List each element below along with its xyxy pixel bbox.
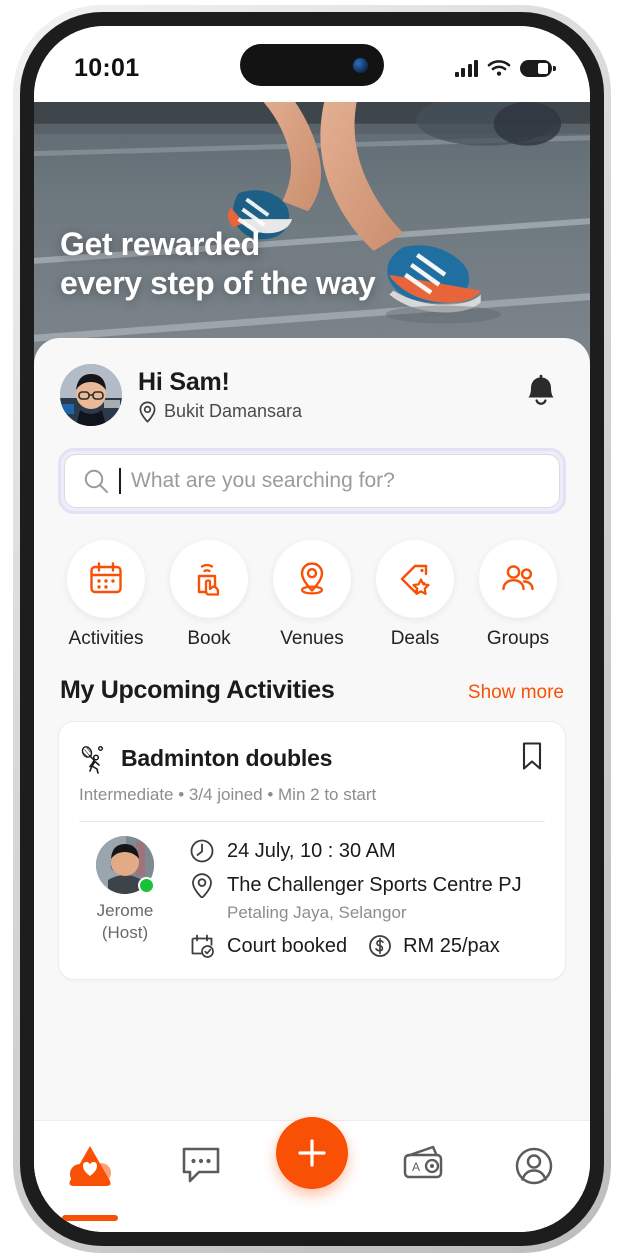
- activity-venue: The Challenger Sports Centre PJ: [227, 873, 522, 896]
- category-icon-circle: [170, 540, 248, 618]
- search-field-wrapper[interactable]: What are you searching for?: [58, 448, 566, 514]
- calendar-check-icon: [191, 934, 214, 958]
- venue-row: The Challenger Sports Centre PJ: [189, 872, 545, 898]
- hero-banner[interactable]: Get rewarded every step of the way: [34, 102, 590, 372]
- online-status-dot: [138, 877, 155, 894]
- activity-venue-sub: Petaling Jaya, Selangor: [227, 903, 407, 922]
- category-shortcuts: Activities Book Venues Deals Groups: [58, 540, 566, 650]
- bookmark-button[interactable]: [519, 740, 545, 777]
- home-logo-icon: [69, 1146, 111, 1186]
- category-label: Activities: [68, 628, 144, 649]
- activity-title: Badminton doubles: [121, 745, 333, 771]
- page-title: My Upcoming Activities: [60, 676, 335, 704]
- active-tab-indicator: [61, 1215, 118, 1221]
- wifi-icon: [487, 60, 511, 76]
- map-pin-icon: [300, 562, 324, 595]
- host-avatar-wrapper[interactable]: [96, 836, 155, 894]
- text-cursor: [119, 468, 121, 494]
- nav-item-wallet[interactable]: A: [382, 1143, 464, 1187]
- create-fab-button[interactable]: [275, 1117, 348, 1189]
- hero-headline: Get rewarded every step of the way: [60, 225, 376, 304]
- hero-headline-line1: Get rewarded: [60, 225, 260, 262]
- category-label: Venues: [280, 628, 344, 649]
- nav-item-create[interactable]: [271, 1117, 353, 1189]
- category-icon-circle: [67, 540, 145, 618]
- tag-star-icon: [400, 564, 430, 595]
- hero-headline-line2: every step of the way: [60, 265, 376, 302]
- host-role: (Host): [101, 923, 149, 943]
- wallet-icon: A: [403, 1145, 443, 1179]
- battery-icon: [520, 59, 556, 77]
- content-sheet: Hi Sam! Bukit Damansara What are you sea…: [34, 338, 590, 1232]
- location-pin-icon: [139, 401, 156, 423]
- front-camera-icon: [353, 57, 368, 73]
- avatar[interactable]: [60, 364, 122, 426]
- plus-icon: [298, 1139, 326, 1167]
- status-indicators: [454, 59, 556, 77]
- phone-bezel: 10:01 Get rewarded every step of the way…: [20, 12, 604, 1246]
- dollar-circle-icon: [369, 935, 391, 957]
- tap-booking-icon: [197, 563, 220, 596]
- booking-status: Court booked: [227, 934, 348, 957]
- host-name: Jerome: [96, 901, 154, 920]
- nav-item-home[interactable]: [49, 1143, 131, 1221]
- search-icon: [84, 469, 108, 493]
- category-deals[interactable]: Deals: [369, 540, 461, 650]
- greeting-text: Hi Sam!: [138, 367, 230, 396]
- bottom-navigation: A: [34, 1117, 590, 1232]
- category-label: Groups: [486, 628, 550, 649]
- host-info: Jerome (Host): [79, 836, 171, 959]
- location-text: Bukit Damansara: [164, 401, 303, 421]
- phone-frame: 10:01 Get rewarded every step of the way…: [13, 5, 611, 1253]
- activity-datetime: 24 July, 10 : 30 AM: [227, 839, 396, 862]
- booking-row: Court booked RM 25/pax: [189, 933, 545, 959]
- dynamic-island: [240, 44, 384, 86]
- notification-bell-icon: [528, 374, 554, 405]
- notification-bell-button[interactable]: [518, 368, 564, 423]
- badminton-player-icon: [81, 745, 104, 774]
- bookmark-icon: [522, 742, 542, 770]
- category-label: Deals: [390, 628, 440, 649]
- category-label: Book: [187, 628, 231, 649]
- search-placeholder: What are you searching for?: [131, 469, 395, 492]
- nav-item-chat[interactable]: [160, 1143, 242, 1187]
- category-venues[interactable]: Venues: [266, 540, 358, 650]
- location-row[interactable]: Bukit Damansara: [138, 401, 302, 423]
- category-groups[interactable]: Groups: [472, 540, 564, 650]
- category-activities[interactable]: Activities: [60, 540, 152, 650]
- activity-price: RM 25/pax: [403, 934, 500, 957]
- datetime-row: 24 July, 10 : 30 AM: [189, 838, 545, 864]
- category-icon-circle: [479, 540, 557, 618]
- svg-text:A: A: [412, 1160, 420, 1174]
- status-bar: 10:01: [34, 26, 590, 102]
- calendar-icon: [90, 562, 122, 594]
- status-time: 10:01: [74, 53, 140, 82]
- profile-circle-icon: [516, 1147, 553, 1185]
- phone-screen: 10:01 Get rewarded every step of the way…: [34, 26, 590, 1232]
- profile-row: Hi Sam! Bukit Damansara: [58, 360, 566, 426]
- section-header: My Upcoming Activities Show more: [58, 676, 566, 705]
- profile-texts: Hi Sam! Bukit Damansara: [138, 368, 302, 423]
- chat-bubble-icon: [182, 1147, 220, 1183]
- activity-meta: Intermediate • 3/4 joined • Min 2 to sta…: [79, 785, 377, 804]
- clock-icon: [190, 839, 214, 863]
- cellular-signal-icon: [454, 59, 478, 77]
- activity-card-header: Badminton doubles: [79, 740, 545, 777]
- nav-item-profile[interactable]: [493, 1143, 575, 1189]
- show-more-link[interactable]: Show more: [468, 682, 564, 704]
- location-pin-icon: [192, 873, 212, 898]
- search-input[interactable]: What are you searching for?: [64, 454, 560, 508]
- price-group: RM 25/pax: [367, 933, 500, 959]
- divider: [79, 821, 545, 822]
- category-icon-circle: [376, 540, 454, 618]
- category-icon-circle: [273, 540, 351, 618]
- activity-card[interactable]: Badminton doubles Intermediate • 3/4 joi…: [58, 721, 566, 980]
- category-book[interactable]: Book: [163, 540, 255, 650]
- activity-card-body: Jerome (Host) 24 July, 10 : 30 AM The Ch…: [79, 836, 545, 959]
- people-group-icon: [502, 565, 534, 591]
- activity-details: 24 July, 10 : 30 AM The Challenger Sport…: [189, 836, 545, 959]
